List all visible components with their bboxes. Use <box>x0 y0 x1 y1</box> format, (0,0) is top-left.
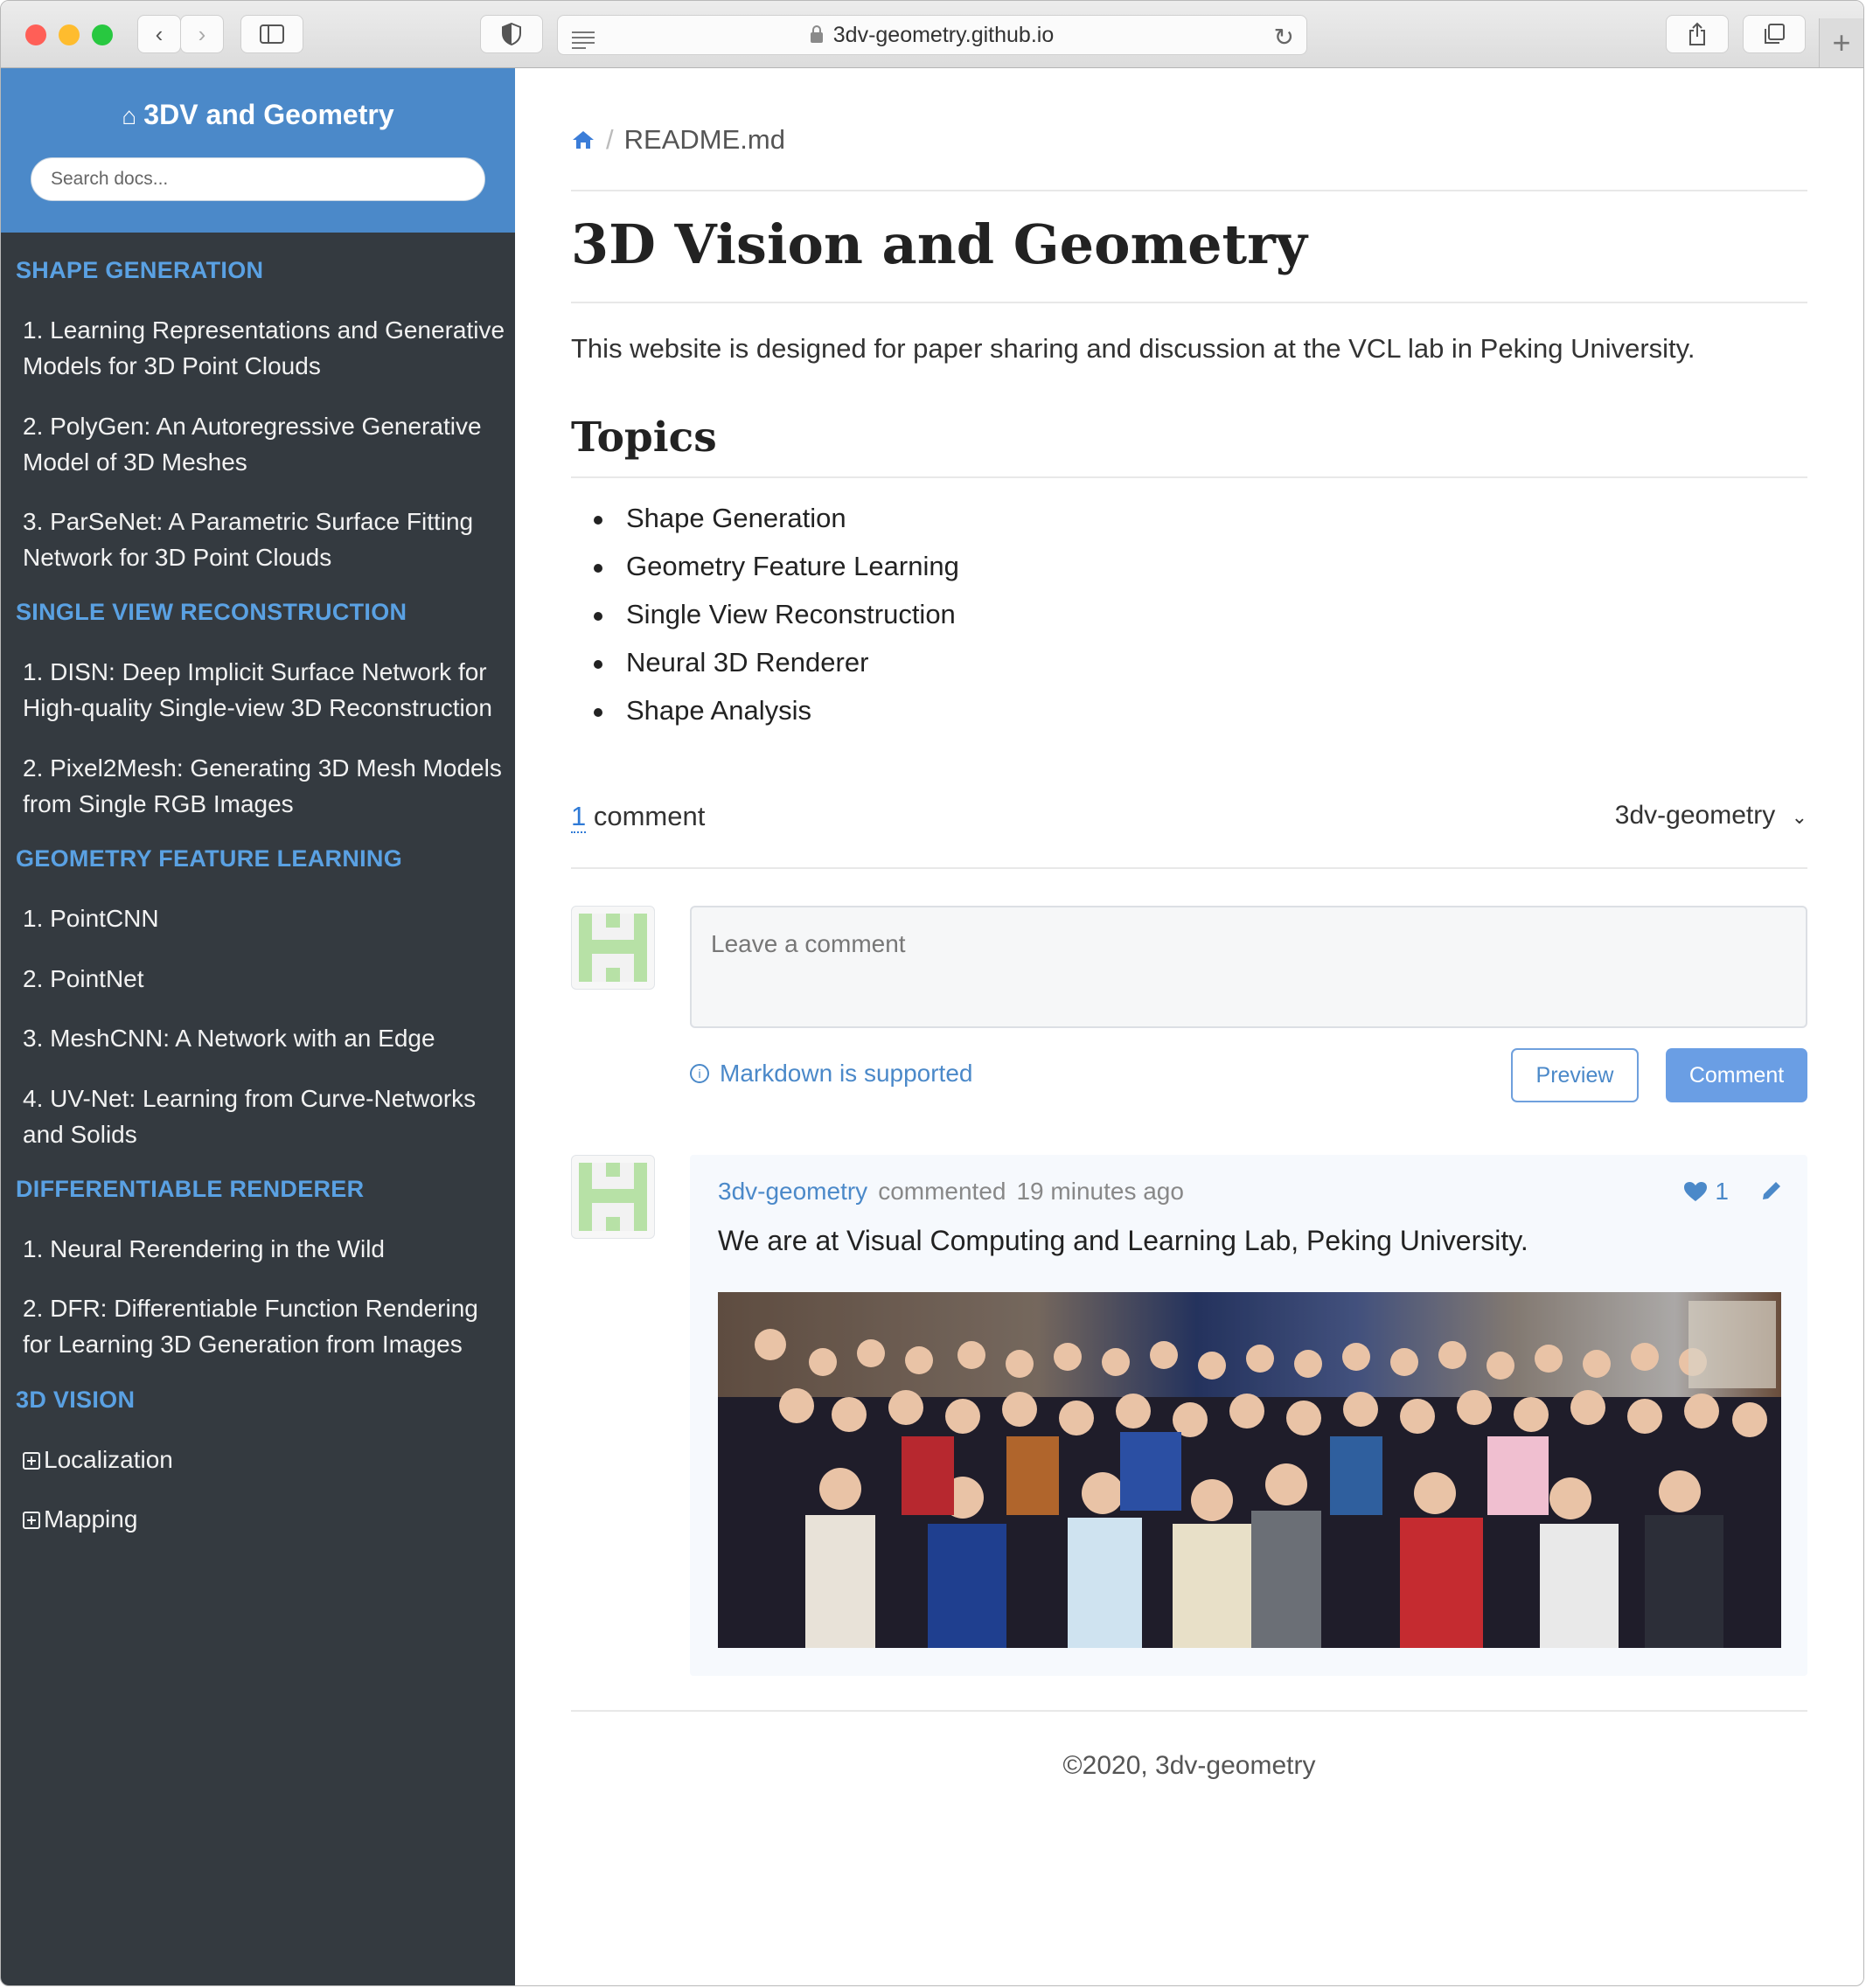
comment-time[interactable]: 19 minutes ago <box>1016 1178 1183 1205</box>
list-item: Shape Analysis <box>571 695 959 743</box>
reader-icon[interactable] <box>572 28 595 52</box>
breadcrumb-separator: / <box>606 124 614 155</box>
comment-count-link[interactable]: 1 <box>571 801 587 833</box>
pencil-icon <box>1763 1182 1780 1199</box>
sidebar-icon <box>260 24 284 44</box>
preview-button[interactable]: Preview <box>1511 1048 1639 1102</box>
site-brand-link[interactable]: ⌂ 3DV and Geometry <box>1 99 515 131</box>
plus-icon: + <box>1832 24 1851 60</box>
comment-verb: commented <box>878 1178 1006 1205</box>
breadcrumb: / README.md <box>571 124 785 156</box>
site-title: 3DV and Geometry <box>143 99 394 130</box>
expand-icon <box>23 1512 40 1529</box>
section-shape-generation: SHAPE GENERATION <box>16 257 264 283</box>
sidebar-toggle-button[interactable] <box>240 15 303 53</box>
minimize-window-button[interactable] <box>59 24 80 45</box>
avatar <box>571 906 655 990</box>
share-icon <box>1689 22 1705 45</box>
nav-item-uv-net[interactable]: 4. UV-Net: Learning from Curve-Networks … <box>23 1081 512 1152</box>
identicon-icon <box>579 1163 647 1231</box>
nav-item-pointcnn[interactable]: 1. PointCNN <box>23 900 512 936</box>
section-single-view-reconstruction: SINGLE VIEW RECONSTRUCTION <box>16 599 407 625</box>
url-text: 3dv-geometry.github.io <box>832 22 1055 47</box>
markdown-help-link[interactable]: i Markdown is supported <box>690 1060 972 1088</box>
docs-search-input[interactable] <box>31 157 485 201</box>
nav-item-label: Localization <box>44 1446 173 1473</box>
tabs-icon <box>1765 24 1785 44</box>
info-icon: i <box>690 1064 709 1083</box>
home-icon: ⌂ <box>122 102 137 129</box>
nav-item-meshcnn[interactable]: 3. MeshCNN: A Network with an Edge <box>23 1020 512 1056</box>
section-geometry-feature-learning: GEOMETRY FEATURE LEARNING <box>16 845 403 872</box>
like-button[interactable]: 1 <box>1683 1178 1729 1206</box>
comment-input[interactable] <box>690 906 1807 1028</box>
intro-text: This website is designed for paper shari… <box>571 333 1695 364</box>
chevron-down-icon: ⌄ <box>1791 806 1807 828</box>
nav-item-mapping[interactable]: Mapping <box>23 1501 512 1537</box>
browser-window: ‹ › 3dv-geometry.github.io ↻ + ⌂ 3DV and … <box>0 0 1864 1986</box>
nav-item-pointnet[interactable]: 2. PointNet <box>23 961 512 997</box>
lock-icon <box>810 25 823 43</box>
topics-list: Shape Generation Geometry Feature Learni… <box>571 503 959 743</box>
edit-button[interactable] <box>1760 1179 1783 1208</box>
comment-count-label: comment <box>586 801 706 831</box>
nav-item-parsenet[interactable]: 3. ParSeNet: A Parametric Surface Fittin… <box>23 504 512 575</box>
nav-item-learning-representations[interactable]: 1. Learning Representations and Generati… <box>23 312 512 384</box>
markdown-note: Markdown is supported <box>720 1060 973 1087</box>
divider <box>571 1710 1807 1712</box>
privacy-shield-button[interactable] <box>480 15 543 53</box>
shield-icon <box>502 23 521 45</box>
share-button[interactable] <box>1666 15 1729 53</box>
comment-body: We are at Visual Computing and Learning … <box>718 1225 1528 1256</box>
docs-sidebar: ⌂3DV and Geometry SHAPE GENERATION 1. Le… <box>1 68 515 1985</box>
nav-item-localization[interactable]: Localization <box>23 1442 512 1477</box>
section-3d-vision: 3D VISION <box>16 1387 136 1413</box>
avatar <box>571 1155 655 1239</box>
page-title: 3D Vision and Geometry <box>571 212 1307 276</box>
address-bar[interactable]: 3dv-geometry.github.io ↻ <box>557 15 1307 55</box>
comment-card: 3dv-geometry commented 19 minutes ago 1 We… <box>690 1155 1807 1676</box>
tabs-overview-button[interactable] <box>1743 15 1806 53</box>
user-menu[interactable]: 3dv-geometry ⌄ <box>1615 801 1807 831</box>
browser-toolbar: ‹ › 3dv-geometry.github.io ↻ + <box>1 1 1863 68</box>
list-item: Shape Generation <box>571 503 959 551</box>
home-icon[interactable] <box>571 129 595 150</box>
divider <box>571 867 1807 869</box>
divider <box>571 190 1807 191</box>
like-count: 1 <box>1715 1178 1729 1205</box>
nav-item-pixel2mesh[interactable]: 2. Pixel2Mesh: Generating 3D Mesh Models… <box>23 750 512 822</box>
close-window-button[interactable] <box>25 24 46 45</box>
footer-copyright: ©2020, 3dv-geometry <box>1062 1751 1316 1780</box>
topics-heading: Topics <box>571 414 717 462</box>
comment-header: 3dv-geometry commented 19 minutes ago <box>718 1178 1184 1206</box>
group-photo <box>718 1292 1781 1648</box>
nav-item-polygen[interactable]: 2. PolyGen: An Autoregressive Generative… <box>23 408 512 480</box>
back-button[interactable]: ‹ <box>137 15 181 53</box>
expand-icon <box>23 1452 40 1470</box>
comment-author-link[interactable]: 3dv-geometry <box>718 1178 867 1205</box>
reload-icon[interactable]: ↻ <box>1274 23 1294 52</box>
chevron-right-icon: › <box>198 20 206 47</box>
nav-item-dfr[interactable]: 2. DFR: Differentiable Function Renderin… <box>23 1290 512 1362</box>
divider <box>571 302 1807 303</box>
zoom-window-button[interactable] <box>92 24 113 45</box>
sidebar-header: ⌂ 3DV and Geometry <box>1 68 515 233</box>
identicon-icon <box>579 914 647 982</box>
forward-button[interactable]: › <box>180 15 224 53</box>
list-item: Single View Reconstruction <box>571 599 959 647</box>
user-name: 3dv-geometry <box>1614 801 1776 830</box>
comment-count: 1 comment <box>571 801 706 833</box>
list-item: Neural 3D Renderer <box>571 647 959 695</box>
list-item: Geometry Feature Learning <box>571 551 959 599</box>
heart-icon <box>1684 1182 1708 1201</box>
section-differentiable-renderer: DIFFERENTIABLE RENDERER <box>16 1176 365 1202</box>
nav-item-disn[interactable]: 1. DISN: Deep Implicit Surface Network f… <box>23 654 512 726</box>
chevron-left-icon: ‹ <box>155 20 164 47</box>
divider <box>571 476 1807 478</box>
new-tab-button[interactable]: + <box>1819 18 1863 67</box>
breadcrumb-current: README.md <box>623 124 785 155</box>
comment-button[interactable]: Comment <box>1666 1048 1807 1102</box>
nav-item-label: Mapping <box>44 1505 138 1533</box>
nav-item-neural-rerendering[interactable]: 1. Neural Rerendering in the Wild <box>23 1231 512 1267</box>
